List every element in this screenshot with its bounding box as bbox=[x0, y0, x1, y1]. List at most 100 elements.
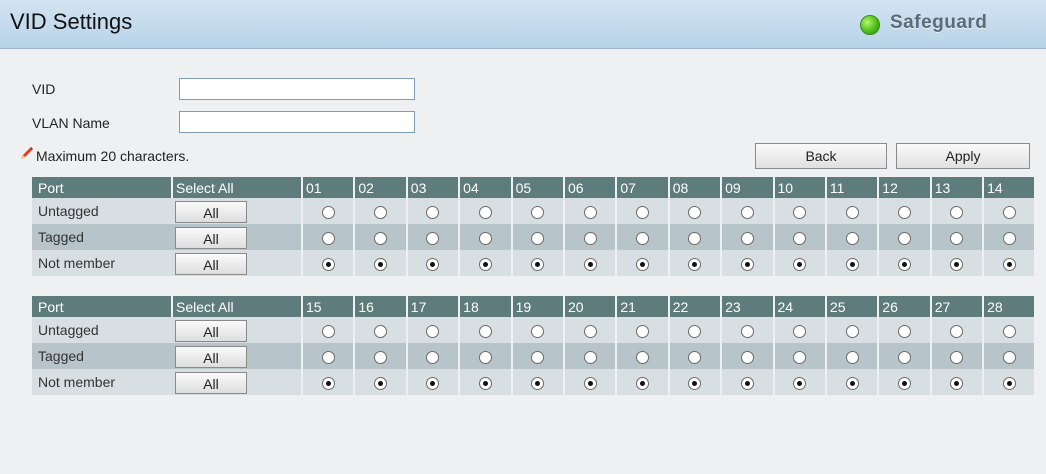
select-all-untagged-button[interactable]: All bbox=[175, 320, 247, 342]
port-radio[interactable] bbox=[636, 376, 650, 390]
port-radio[interactable] bbox=[426, 257, 440, 271]
port-radio[interactable] bbox=[531, 324, 545, 338]
port-radio[interactable] bbox=[478, 231, 492, 245]
select-all-not-member-button[interactable]: All bbox=[175, 253, 247, 275]
port-radio[interactable] bbox=[845, 350, 859, 364]
select-all-not-member-button[interactable]: All bbox=[175, 372, 247, 394]
port-radio[interactable] bbox=[793, 257, 807, 271]
port-radio[interactable] bbox=[374, 376, 388, 390]
port-radio[interactable] bbox=[321, 376, 335, 390]
port-radio[interactable] bbox=[845, 324, 859, 338]
port-radio[interactable] bbox=[688, 231, 702, 245]
port-radio[interactable] bbox=[845, 205, 859, 219]
port-radio[interactable] bbox=[531, 376, 545, 390]
port-radio[interactable] bbox=[793, 376, 807, 390]
port-radio[interactable] bbox=[478, 257, 492, 271]
port-radio[interactable] bbox=[374, 350, 388, 364]
port-radio[interactable] bbox=[897, 376, 911, 390]
port-radio[interactable] bbox=[793, 324, 807, 338]
port-radio[interactable] bbox=[688, 376, 702, 390]
port-radio[interactable] bbox=[897, 257, 911, 271]
port-radio[interactable] bbox=[478, 350, 492, 364]
port-radio[interactable] bbox=[740, 376, 754, 390]
port-radio[interactable] bbox=[531, 350, 545, 364]
port-radio[interactable] bbox=[478, 205, 492, 219]
port-radio[interactable] bbox=[374, 257, 388, 271]
vlan-name-input[interactable] bbox=[179, 111, 415, 133]
port-radio[interactable] bbox=[636, 350, 650, 364]
port-radio[interactable] bbox=[583, 376, 597, 390]
select-all-untagged-button[interactable]: All bbox=[175, 201, 247, 223]
port-radio[interactable] bbox=[321, 324, 335, 338]
port-radio[interactable] bbox=[636, 205, 650, 219]
port-radio[interactable] bbox=[950, 350, 964, 364]
port-radio[interactable] bbox=[321, 231, 335, 245]
port-radio[interactable] bbox=[950, 376, 964, 390]
port-radio[interactable] bbox=[583, 205, 597, 219]
port-radio[interactable] bbox=[1002, 257, 1016, 271]
port-radio[interactable] bbox=[374, 231, 388, 245]
port-radio[interactable] bbox=[897, 231, 911, 245]
port-radio[interactable] bbox=[426, 376, 440, 390]
port-radio[interactable] bbox=[583, 257, 597, 271]
port-radio[interactable] bbox=[950, 324, 964, 338]
port-radio[interactable] bbox=[740, 350, 754, 364]
port-radio[interactable] bbox=[636, 231, 650, 245]
port-radio[interactable] bbox=[950, 257, 964, 271]
port-radio[interactable] bbox=[1002, 350, 1016, 364]
port-radio[interactable] bbox=[583, 350, 597, 364]
port-radio[interactable] bbox=[845, 231, 859, 245]
port-radio[interactable] bbox=[478, 376, 492, 390]
port-radio[interactable] bbox=[583, 231, 597, 245]
port-radio[interactable] bbox=[793, 205, 807, 219]
port-radio[interactable] bbox=[321, 350, 335, 364]
port-radio[interactable] bbox=[793, 231, 807, 245]
port-radio[interactable] bbox=[897, 324, 911, 338]
port-radio[interactable] bbox=[374, 205, 388, 219]
port-radio[interactable] bbox=[1002, 205, 1016, 219]
radio-cell bbox=[302, 317, 356, 343]
select-all-tagged-button[interactable]: All bbox=[175, 227, 247, 249]
port-radio[interactable] bbox=[950, 231, 964, 245]
port-number-header: 01 bbox=[302, 177, 356, 198]
port-radio[interactable] bbox=[793, 350, 807, 364]
select-all-tagged-button[interactable]: All bbox=[175, 346, 247, 368]
port-radio[interactable] bbox=[845, 376, 859, 390]
port-radio[interactable] bbox=[1002, 324, 1016, 338]
port-radio[interactable] bbox=[426, 231, 440, 245]
port-radio[interactable] bbox=[1002, 231, 1016, 245]
port-radio[interactable] bbox=[426, 350, 440, 364]
back-button[interactable]: Back bbox=[755, 143, 887, 169]
vid-input[interactable] bbox=[179, 78, 415, 100]
port-radio[interactable] bbox=[478, 324, 492, 338]
port-radio[interactable] bbox=[740, 257, 754, 271]
port-radio[interactable] bbox=[740, 231, 754, 245]
port-radio[interactable] bbox=[636, 324, 650, 338]
port-radio[interactable] bbox=[897, 205, 911, 219]
port-radio[interactable] bbox=[636, 257, 650, 271]
port-radio[interactable] bbox=[321, 257, 335, 271]
port-radio[interactable] bbox=[950, 205, 964, 219]
radio-cell bbox=[459, 369, 513, 395]
port-radio[interactable] bbox=[688, 324, 702, 338]
port-radio[interactable] bbox=[531, 231, 545, 245]
port-radio[interactable] bbox=[688, 205, 702, 219]
apply-button[interactable]: Apply bbox=[896, 143, 1030, 169]
port-radio[interactable] bbox=[740, 205, 754, 219]
port-radio[interactable] bbox=[321, 205, 335, 219]
port-radio[interactable] bbox=[897, 350, 911, 364]
port-radio[interactable] bbox=[845, 257, 859, 271]
port-radio[interactable] bbox=[688, 350, 702, 364]
port-radio[interactable] bbox=[426, 205, 440, 219]
port-radio[interactable] bbox=[740, 324, 754, 338]
port-radio[interactable] bbox=[426, 324, 440, 338]
port-radio[interactable] bbox=[531, 257, 545, 271]
port-radio[interactable] bbox=[374, 324, 388, 338]
pencil-icon bbox=[21, 147, 33, 159]
radio-cell bbox=[511, 224, 565, 250]
port-radio[interactable] bbox=[583, 324, 597, 338]
port-radio[interactable] bbox=[1002, 376, 1016, 390]
radio-cell bbox=[930, 198, 985, 224]
port-radio[interactable] bbox=[688, 257, 702, 271]
port-radio[interactable] bbox=[531, 205, 545, 219]
